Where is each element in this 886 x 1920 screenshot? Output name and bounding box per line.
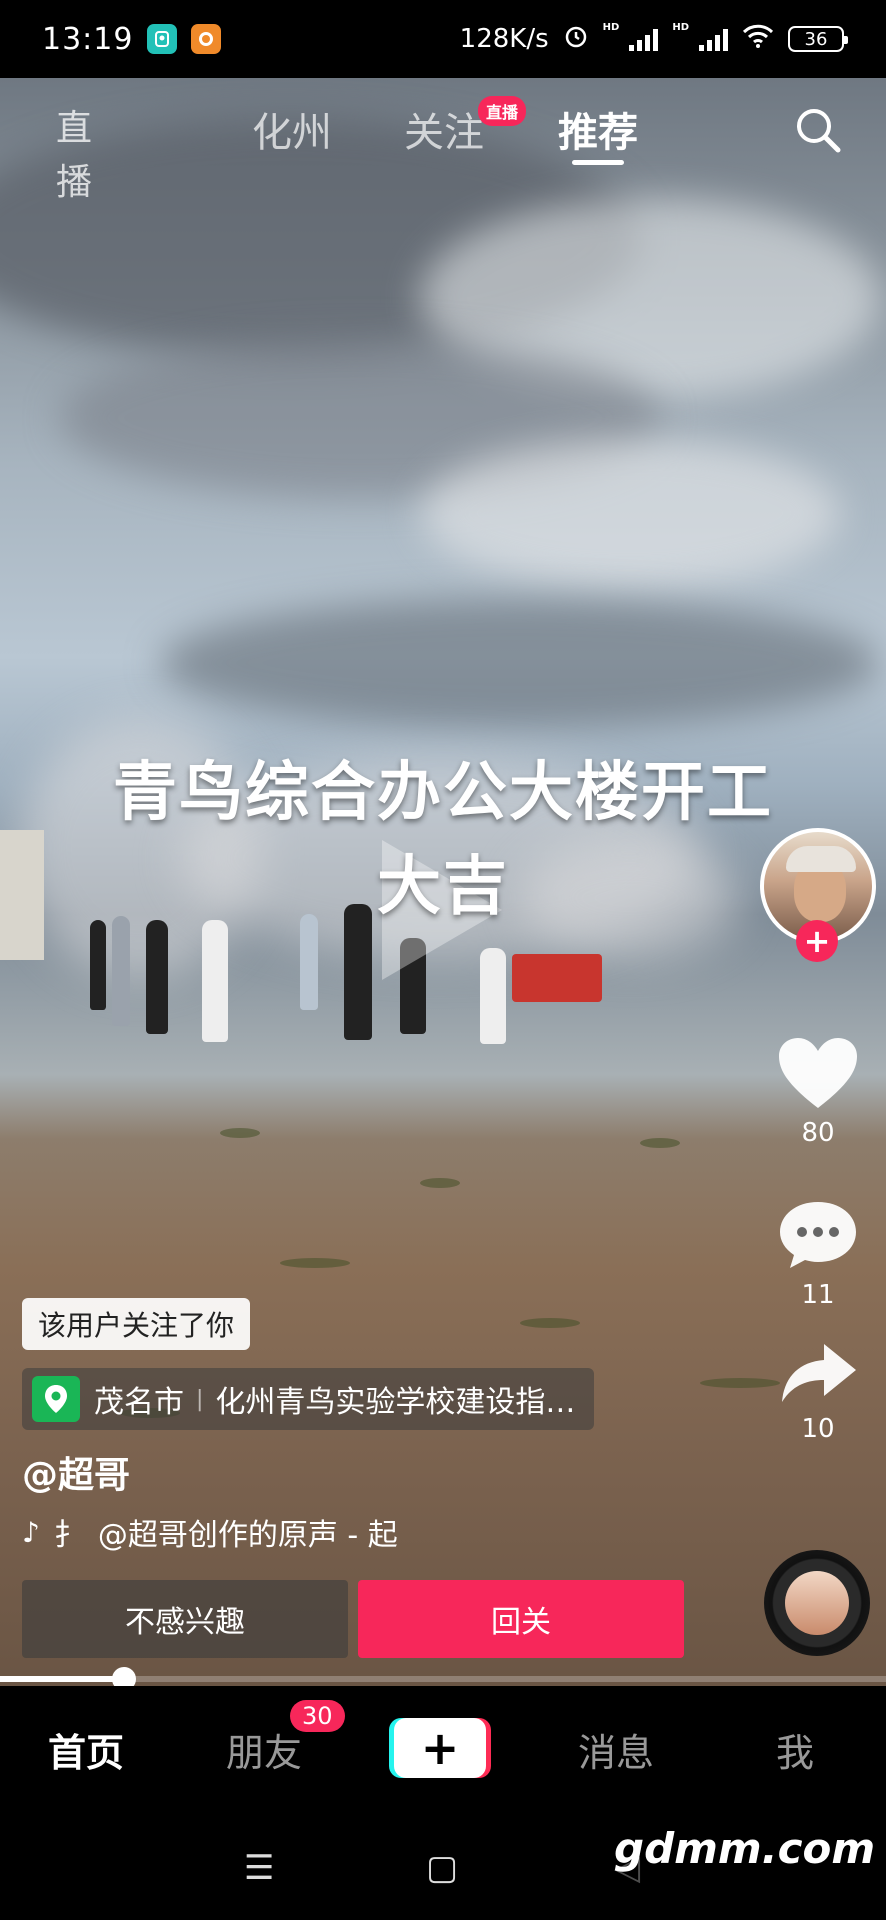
tab-local[interactable]: 化州 <box>252 100 332 158</box>
location-bar[interactable]: 茂名市 | 化州青鸟实验学校建设指… <box>22 1368 594 1430</box>
battery-icon: 36 <box>788 26 848 52</box>
tab-following[interactable]: 关注 <box>404 100 484 158</box>
hd-label-2: HD <box>672 21 689 33</box>
status-right: 128K/s HD HD 36 <box>459 21 848 56</box>
like-count: 80 <box>801 1118 835 1148</box>
comment-count: 11 <box>801 1280 835 1310</box>
caption-line-2: 大吉 <box>377 850 509 924</box>
location-separator: | <box>196 1386 204 1412</box>
location-city: 茂名市 <box>94 1385 184 1420</box>
live-badge: 直播 <box>478 96 527 126</box>
avatar-hat <box>786 846 856 872</box>
music-disc-cover <box>785 1571 849 1635</box>
comment-button[interactable]: 11 <box>770 1198 866 1310</box>
comment-icon <box>780 1202 856 1268</box>
share-icon <box>782 1344 856 1402</box>
music-title: @超哥创作的原声 - 起 <box>97 1518 398 1553</box>
music-disc[interactable] <box>764 1550 870 1656</box>
signal-icon <box>629 27 659 51</box>
not-interested-button[interactable]: 不感兴趣 <box>22 1580 348 1658</box>
friends-badge: 30 <box>290 1700 345 1732</box>
like-button[interactable]: 80 <box>770 1036 866 1148</box>
live-icon[interactable]: 直播 <box>46 102 102 203</box>
status-bar: 13:19 128K/s HD HD 36 <box>0 0 886 78</box>
nav-me[interactable]: 我 <box>776 1722 814 1777</box>
heart-icon <box>779 1038 857 1108</box>
nav-messages[interactable]: 消息 <box>578 1722 654 1777</box>
follow-back-button[interactable]: 回关 <box>358 1580 684 1658</box>
notification-app-icon-2 <box>191 24 222 54</box>
location-place: 化州青鸟实验学校建设指… <box>215 1385 576 1420</box>
music-prefix: 扌 <box>53 1518 84 1553</box>
create-button[interactable]: + <box>394 1718 486 1778</box>
hd-label: HD <box>602 21 620 33</box>
progress-fill <box>0 1676 124 1682</box>
location-pin-icon <box>32 1376 80 1422</box>
nav-friends[interactable]: 朋友 <box>226 1722 302 1777</box>
alarm-icon <box>563 23 589 56</box>
home-icon[interactable]: ▢ <box>426 1848 458 1888</box>
tab-underline <box>572 160 624 165</box>
author-username[interactable]: @超哥 <box>22 1446 130 1498</box>
menu-icon[interactable]: ☰ <box>244 1848 274 1888</box>
plus-icon: + <box>420 1721 460 1775</box>
bottom-nav: 首页 朋友 30 + 消息 我 <box>0 1686 886 1808</box>
status-time: 13:19 <box>42 21 134 57</box>
music-note-icon: ♪ <box>22 1515 40 1549</box>
share-button[interactable]: 10 <box>770 1340 866 1444</box>
network-speed: 128K/s <box>459 24 549 54</box>
share-count: 10 <box>801 1414 835 1444</box>
notification-app-icon <box>147 24 178 54</box>
music-line[interactable]: ♪ 扌 @超哥创作的原声 - 起 <box>22 1510 488 1554</box>
tab-recommended[interactable]: 推荐 <box>558 100 638 158</box>
wifi-icon <box>742 23 774 56</box>
video-progress-bar[interactable] <box>0 1667 886 1691</box>
signal-icon-2 <box>699 27 728 51</box>
video-caption: 青鸟综合办公大楼开工 大吉 <box>60 746 826 934</box>
follow-button[interactable]: + <box>796 920 838 962</box>
caption-line-1: 青鸟综合办公大楼开工 <box>113 756 773 830</box>
search-icon[interactable] <box>792 104 844 156</box>
nav-home[interactable]: 首页 <box>48 1722 124 1777</box>
top-nav: 直播 化州 关注 直播 推荐 <box>0 78 886 203</box>
watermark: gdmm.com <box>614 1824 876 1873</box>
followed-you-tag: 该用户关注了你 <box>22 1298 251 1350</box>
